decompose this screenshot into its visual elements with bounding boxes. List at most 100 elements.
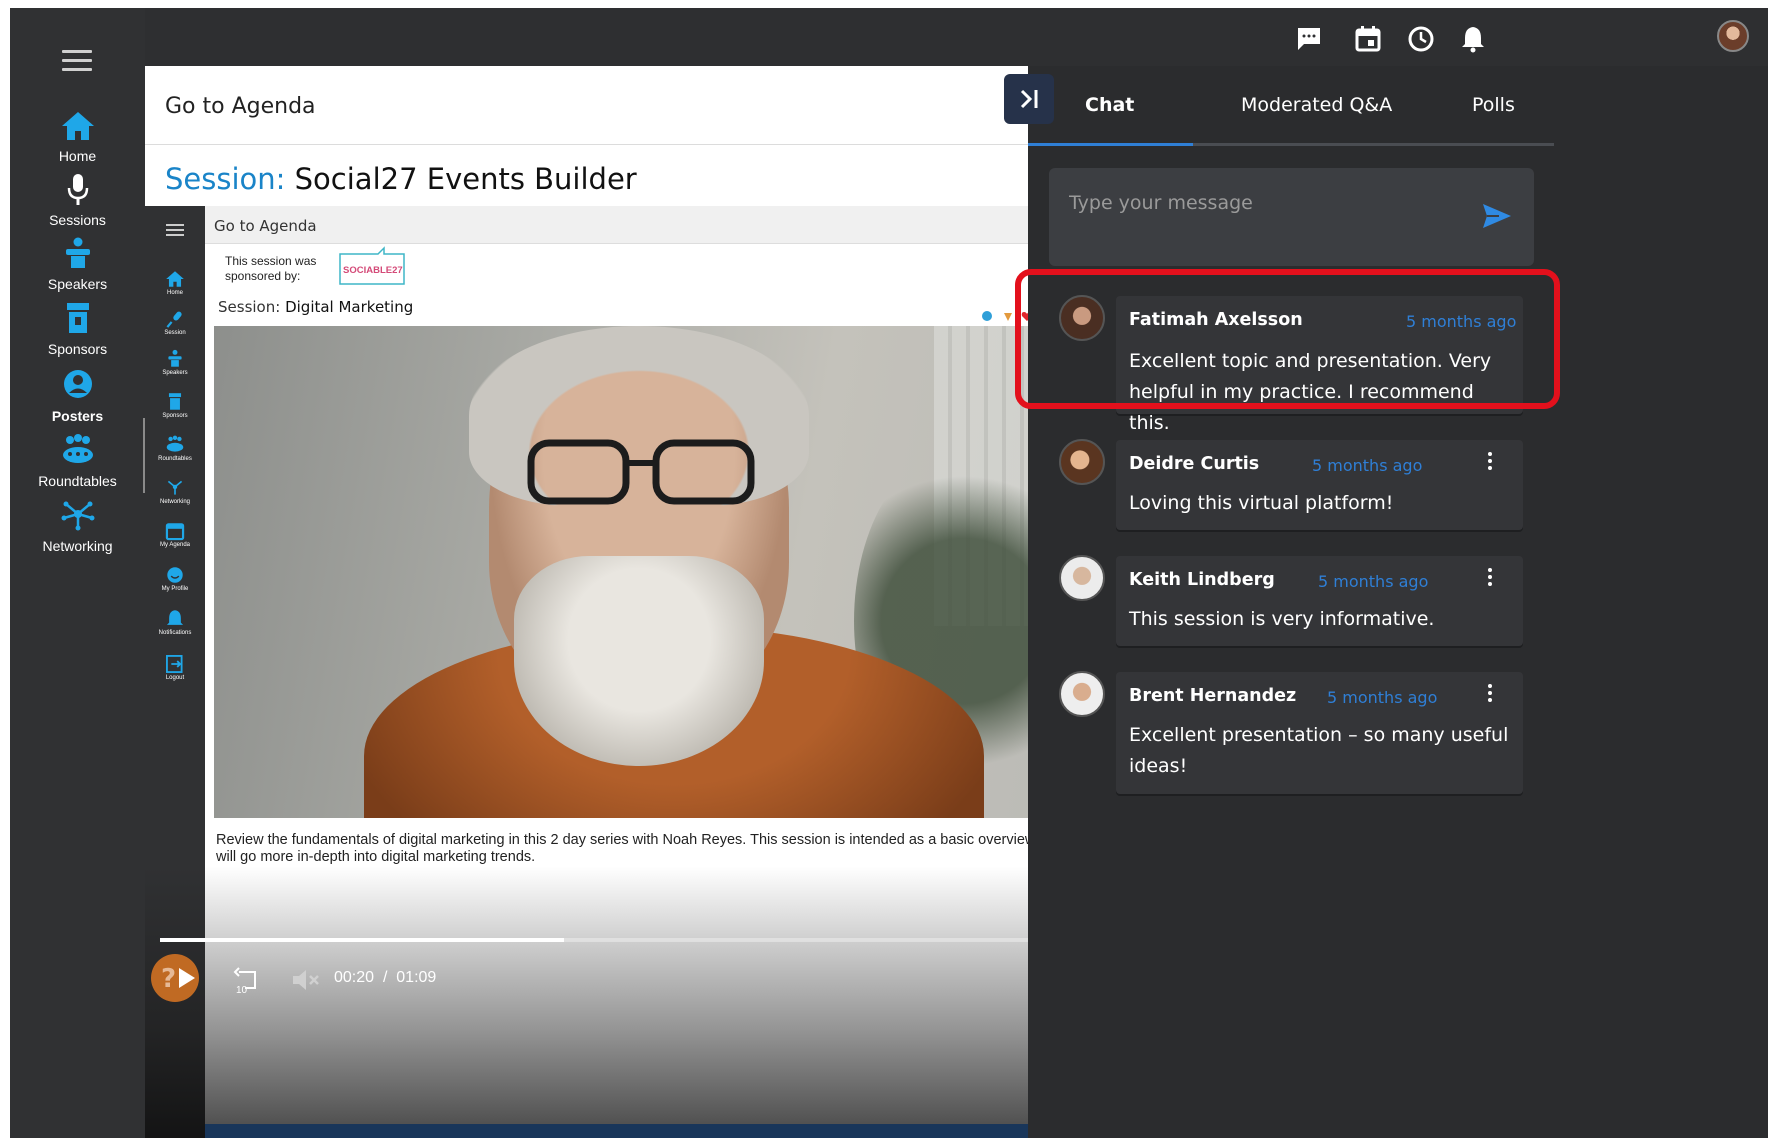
hamburger-menu-icon[interactable] xyxy=(62,50,92,72)
collapse-right-icon xyxy=(1020,89,1038,109)
message-menu-icon[interactable] xyxy=(1486,452,1494,474)
time-current: 00:20 xyxy=(334,969,375,986)
avatar xyxy=(1059,671,1105,717)
preview-nav-networking: Networking xyxy=(145,477,205,505)
message-author: Deidre Curtis xyxy=(1129,454,1260,474)
mini-clap-icon xyxy=(1004,313,1012,321)
sidebar-item-label: Speakers xyxy=(47,276,108,292)
tab-chat[interactable]: Chat xyxy=(1085,94,1134,116)
video-speaker-beard xyxy=(514,556,764,766)
network-icon xyxy=(61,501,94,531)
video-time: 00:20 / 01:09 xyxy=(334,969,436,987)
left-sidebar: Home Sessions Speakers Sponsors Posters … xyxy=(10,8,146,1138)
preview-nav-label: Notifications xyxy=(158,630,192,636)
message-timestamp: 5 months ago xyxy=(1327,688,1438,707)
chat-message: Deidre Curtis 5 months ago Loving this v… xyxy=(1116,440,1523,530)
video-progress-fill xyxy=(160,938,564,942)
preview-nav-label: Speakers xyxy=(162,370,188,376)
play-icon: ? xyxy=(161,964,195,994)
user-circle-icon xyxy=(63,370,92,398)
session-description: Review the fundamentals of digital marke… xyxy=(216,832,1116,866)
preview-hamburger-icon xyxy=(166,224,184,236)
tab-polls[interactable]: Polls xyxy=(1472,94,1515,116)
message-menu-icon[interactable] xyxy=(1486,684,1494,706)
collapse-panel-button[interactable] xyxy=(1004,74,1054,124)
go-to-agenda-link[interactable]: Go to Agenda xyxy=(165,94,316,119)
sidebar-item-networking[interactable]: Networking xyxy=(10,496,145,554)
message-text: This session is very informative. xyxy=(1129,608,1435,630)
message-text: Loving this virtual platform! xyxy=(1129,492,1394,514)
preview-nav-speakers: Speakers xyxy=(145,348,205,376)
divider xyxy=(145,144,1170,145)
sidebar-item-sponsors[interactable]: Sponsors xyxy=(10,299,145,357)
network-icon xyxy=(167,480,183,495)
chat-panel: Chat Moderated Q&A Polls Fatimah Axelsso… xyxy=(1028,66,1768,1138)
preview-nav-home: Home xyxy=(145,268,205,296)
sponsor-booth-icon xyxy=(66,303,89,333)
message-input[interactable] xyxy=(1049,168,1479,238)
sidebar-item-speakers[interactable]: Speakers xyxy=(10,234,145,292)
play-button[interactable]: ? xyxy=(151,954,199,1002)
sidebar-item-sessions[interactable]: Sessions xyxy=(10,170,145,228)
video-progress-bar[interactable] xyxy=(160,938,1170,942)
sponsor-booth-icon xyxy=(168,393,182,410)
tab-moderated-qa[interactable]: Moderated Q&A xyxy=(1241,94,1392,116)
preview-nav-notifications: Notifications xyxy=(145,608,205,636)
microphone-icon xyxy=(166,311,182,328)
message-menu-icon[interactable] xyxy=(1486,568,1494,590)
home-icon xyxy=(166,271,184,287)
preview-nav-session: Session xyxy=(145,308,205,336)
replay-seconds-label: 10 xyxy=(236,985,248,994)
session-name: Social27 Events Builder xyxy=(294,162,637,196)
message-timestamp: 5 months ago xyxy=(1312,456,1423,475)
page-title: Session: Social27 Events Builder xyxy=(165,162,637,196)
bell-icon[interactable] xyxy=(1458,24,1488,54)
sidebar-item-label: Sessions xyxy=(49,212,106,228)
bell-icon xyxy=(166,610,184,625)
sponsor-logo-text: SOCIABLE27 xyxy=(343,265,403,276)
preview-bottom-bar xyxy=(205,1124,1170,1138)
sidebar-item-label: Roundtables xyxy=(38,473,117,489)
sidebar-item-roundtables[interactable]: Roundtables xyxy=(10,431,145,489)
preview-go-to-agenda: Go to Agenda xyxy=(214,217,317,235)
message-author: Keith Lindberg xyxy=(1129,570,1275,590)
session-prefix: Session: xyxy=(165,162,286,196)
preview-nav-label: Sponsors xyxy=(162,413,188,419)
calendar-icon xyxy=(165,523,185,541)
svg-text:?: ? xyxy=(161,964,176,994)
speaker-podium-icon xyxy=(168,349,182,367)
preview-header: Go to Agenda xyxy=(205,206,1170,244)
description-line: will go more in-depth into digital marke… xyxy=(216,849,536,865)
preview-nav-my-profile: My Profile xyxy=(145,564,205,592)
speaker-podium-icon xyxy=(65,237,90,268)
replay-10-icon[interactable]: 10 xyxy=(233,966,261,994)
message-timestamp: 5 months ago xyxy=(1318,572,1429,591)
top-bar xyxy=(145,8,1768,66)
message-author: Brent Hernandez xyxy=(1129,686,1297,706)
preview-nav-label: Home xyxy=(166,290,183,296)
preview-nav-label: Logout xyxy=(165,675,185,681)
logout-icon xyxy=(166,655,183,673)
microphone-icon xyxy=(67,174,88,205)
time-total: 01:09 xyxy=(396,969,437,986)
home-icon xyxy=(61,112,94,140)
sidebar-item-label: Sponsors xyxy=(47,341,108,357)
user-avatar[interactable] xyxy=(1717,20,1749,52)
sidebar-item-posters[interactable]: Posters xyxy=(10,366,145,424)
time-separator: / xyxy=(382,969,388,986)
session-main: Go to Agenda Session: Social27 Events Bu… xyxy=(145,66,1170,1138)
sidebar-item-label: Networking xyxy=(42,538,113,554)
highlight-annotation xyxy=(1015,269,1560,409)
calendar-icon[interactable] xyxy=(1353,24,1383,54)
send-icon[interactable] xyxy=(1481,202,1513,230)
chat-bubble-icon[interactable] xyxy=(1294,24,1324,54)
sidebar-item-home[interactable]: Home xyxy=(10,106,145,164)
sponsored-by-text: This session was sponsored by: xyxy=(225,254,317,283)
sponsor-logo: SOCIABLE27 xyxy=(339,246,405,285)
clock-icon[interactable] xyxy=(1406,24,1436,54)
preview-session-title: Session: Digital Marketing xyxy=(218,298,413,316)
preview-nav-logout: Logout xyxy=(145,653,205,681)
mute-icon[interactable] xyxy=(290,966,320,994)
tab-active-indicator xyxy=(1028,143,1193,146)
preview-nav-label: Session xyxy=(164,330,186,336)
